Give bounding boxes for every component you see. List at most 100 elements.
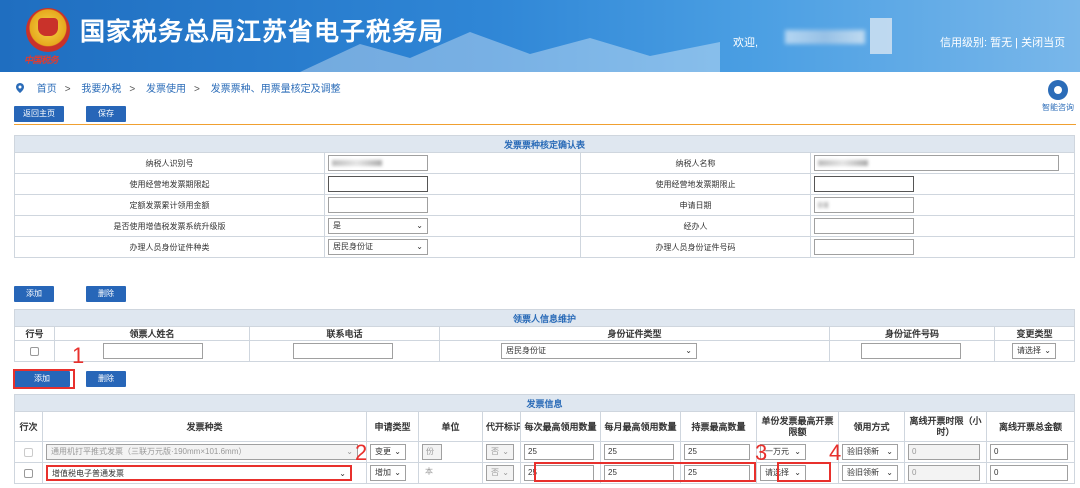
- col-phone: 联系电话: [249, 326, 440, 341]
- take-method-select[interactable]: 验旧领新 ⌄: [842, 444, 898, 460]
- assistant-label: 智能咨询: [1042, 103, 1074, 112]
- agent-flag-value: 否: [491, 468, 499, 477]
- apply-date-field: [814, 197, 914, 213]
- col-line: 行次: [14, 411, 43, 442]
- label-id-type: 办理人员身份证件种类: [14, 236, 325, 258]
- label-handler: 经办人: [580, 215, 811, 237]
- col-row-no: 行号: [14, 326, 55, 341]
- annotation-box-add: [13, 369, 75, 389]
- invoice-kind-select[interactable]: 增值税电子普通发票 ⌄: [46, 465, 352, 481]
- id-type-value: 居民身份证: [333, 242, 373, 251]
- label-id-number: 办理人员身份证件号码: [580, 236, 811, 258]
- label-period-end: 使用经营地发票期限止: [580, 173, 811, 195]
- tax-emblem-icon: [26, 8, 70, 52]
- site-title: 国家税务总局江苏省电子税务局: [80, 18, 445, 46]
- taker-add-button[interactable]: 添加: [14, 286, 54, 302]
- chevron-down-icon: ⌄: [346, 447, 353, 456]
- breadcrumb-home[interactable]: 首页: [37, 84, 57, 95]
- chevron-down-icon: ⌄: [394, 468, 401, 477]
- per-time-input[interactable]: 25: [524, 444, 594, 460]
- col-apply-type: 申请类型: [366, 411, 419, 442]
- col-agent-flag: 代开标识: [482, 411, 521, 442]
- save-button[interactable]: 保存: [86, 106, 126, 122]
- chevron-down-icon: ⌄: [416, 242, 423, 251]
- breadcrumb: 首页 > 我要办税 > 发票使用 > 发票票种、用票量核定及调整: [16, 80, 341, 95]
- taker-name-input[interactable]: [103, 343, 203, 359]
- back-home-button[interactable]: 返回主页: [14, 106, 64, 122]
- user-name-redacted: [785, 30, 865, 44]
- hold-input[interactable]: 25: [684, 444, 750, 460]
- phone-input[interactable]: [293, 343, 393, 359]
- agent-flag-select: 否 ⌄: [486, 444, 514, 460]
- col-invoice-kind: 发票种类: [42, 411, 367, 442]
- single-limit-value: 一万元: [765, 447, 789, 456]
- taker-id-type-select[interactable]: 居民身份证 ⌄: [501, 343, 697, 359]
- col-id-number: 身份证件号码: [829, 326, 995, 341]
- label-upgrade-system: 是否使用增值税发票系统升级版: [14, 215, 325, 237]
- taker-table: 领票人信息维护 行号 领票人姓名 联系电话 身份证件类型 身份证件号码 变更类型…: [13, 309, 1076, 362]
- agent-flag-select: 否 ⌄: [486, 465, 514, 481]
- welcome-text: 欢迎,: [733, 37, 759, 49]
- period-start-input[interactable]: [328, 176, 428, 192]
- offline-total-field: 0: [990, 444, 1068, 460]
- taker-delete-button[interactable]: 删除: [86, 286, 126, 302]
- apply-type-select[interactable]: 变更 ⌄: [370, 444, 406, 460]
- invoice-kind-select: 通用机打平推式发票（三联万元版·190mm×101.6mm） ⌄: [46, 444, 358, 460]
- emblem-caption: 中国税务: [24, 55, 59, 65]
- breadcrumb-current: 发票票种、用票量核定及调整: [210, 84, 341, 95]
- id-number-input[interactable]: [814, 239, 914, 255]
- table-row: 居民身份证 ⌄ 请选择 ⌄: [14, 340, 1076, 362]
- annotation-number-2: 2: [355, 440, 368, 465]
- label-period-start: 使用经营地发票期限起: [14, 173, 325, 195]
- site-header: 中国税务 国家税务总局江苏省电子税务局 欢迎, 信用级别: 暂无 | 关闭当页: [0, 0, 1080, 72]
- col-take-method: 领用方式: [838, 411, 905, 442]
- unit-field: 本: [425, 467, 433, 476]
- chevron-down-icon: ⌄: [1044, 346, 1051, 355]
- credit-level-links[interactable]: 信用级别: 暂无 | 关闭当页: [940, 34, 1065, 50]
- annotation-number-1: 1: [72, 343, 85, 368]
- period-end-input[interactable]: [814, 176, 914, 192]
- chevron-down-icon: ⌄: [394, 447, 401, 456]
- chevron-down-icon: ⌄: [339, 469, 346, 478]
- label-taxpayer-name: 纳税人名称: [580, 152, 811, 174]
- offline-total-field: 0: [990, 465, 1068, 481]
- col-id-type: 身份证件类型: [439, 326, 830, 341]
- col-per-time-max: 每次最高领用数量: [520, 411, 601, 442]
- offline-hours-field: 0: [908, 465, 980, 481]
- invoice-kind-value: 通用机打平推式发票（三联万元版·190mm×101.6mm）: [51, 447, 247, 456]
- apply-type-select[interactable]: 增加 ⌄: [370, 465, 406, 481]
- confirm-caption: 发票票种核定确认表: [13, 135, 1076, 153]
- annotation-box-limit: [777, 462, 831, 482]
- chevron-down-icon: ⌄: [794, 447, 801, 456]
- breadcrumb-invoice-use[interactable]: 发票使用: [146, 84, 186, 95]
- agent-flag-value: 否: [491, 447, 499, 456]
- headset-icon: [1048, 80, 1068, 100]
- breadcrumb-tax[interactable]: 我要办税: [81, 84, 121, 95]
- row-checkbox[interactable]: [24, 447, 33, 457]
- invoice-delete-button[interactable]: 删除: [86, 371, 126, 387]
- divider: [14, 124, 1076, 125]
- per-month-input[interactable]: 25: [604, 444, 674, 460]
- upgrade-system-select[interactable]: 是 ⌄: [328, 218, 428, 234]
- taker-id-number-input[interactable]: [861, 343, 961, 359]
- table-row: 通用机打平推式发票（三联万元版·190mm×101.6mm） ⌄ 变更 ⌄ 份 否 ⌄…: [14, 441, 1076, 463]
- smart-assistant[interactable]: 智能咨询: [1040, 80, 1076, 113]
- annotation-number-4: 4: [829, 440, 842, 465]
- location-pin-icon: [16, 83, 24, 93]
- change-type-select[interactable]: 请选择 ⌄: [1012, 343, 1056, 359]
- row-checkbox[interactable]: [24, 468, 33, 478]
- chevron-down-icon: ⌄: [416, 221, 423, 230]
- col-taker-name: 领票人姓名: [54, 326, 250, 341]
- row-checkbox[interactable]: [30, 346, 39, 356]
- confirm-table: 发票票种核定确认表 纳税人识别号 纳税人名称 使用经营地发票期限起 使用经营地发…: [13, 135, 1076, 258]
- quota-amount-input[interactable]: [328, 197, 428, 213]
- take-method-select[interactable]: 验旧领新 ⌄: [842, 465, 898, 481]
- id-type-select[interactable]: 居民身份证 ⌄: [328, 239, 428, 255]
- handler-input[interactable]: [814, 218, 914, 234]
- col-offline-total: 离线开票总金额: [985, 411, 1076, 442]
- unit-field: 份: [422, 444, 442, 460]
- chevron-down-icon: ⌄: [685, 346, 692, 355]
- taxpayer-id-field: [328, 155, 428, 171]
- chevron-down-icon: ⌄: [502, 468, 509, 477]
- upgrade-system-value: 是: [333, 221, 341, 230]
